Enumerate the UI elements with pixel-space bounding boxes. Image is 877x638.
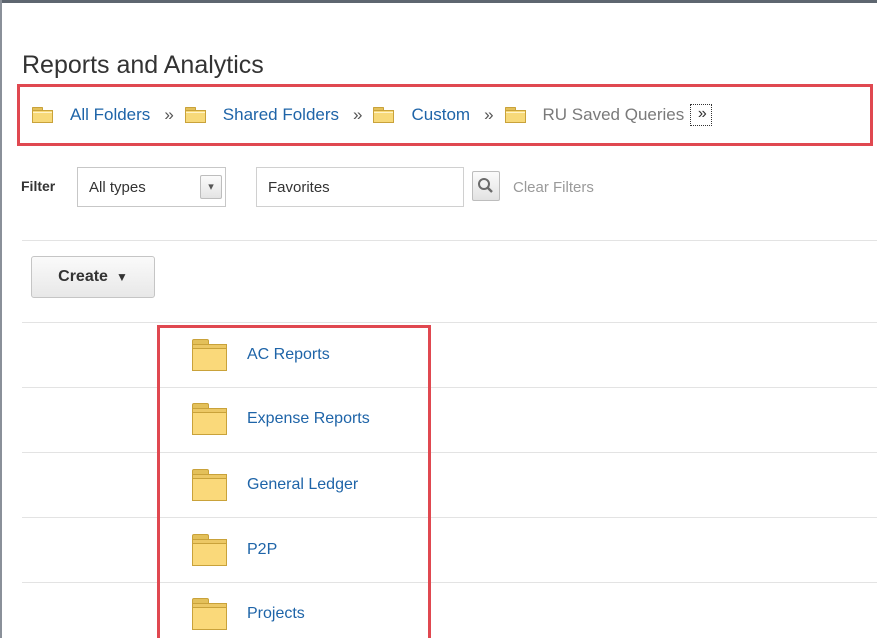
folder-link[interactable]: Expense Reports bbox=[247, 410, 370, 428]
folder-icon bbox=[192, 469, 227, 501]
list-item[interactable]: General Ledger bbox=[192, 469, 358, 501]
search-input[interactable] bbox=[256, 167, 464, 207]
folder-link[interactable]: General Ledger bbox=[247, 476, 358, 494]
list-item[interactable]: AC Reports bbox=[192, 339, 330, 371]
type-filter-value: All types bbox=[89, 179, 146, 196]
folder-icon bbox=[32, 107, 53, 123]
window-left-border bbox=[0, 0, 2, 638]
divider bbox=[22, 322, 877, 323]
row-divider bbox=[22, 582, 877, 583]
list-item[interactable]: Projects bbox=[192, 598, 305, 630]
breadcrumb-item-custom[interactable]: Custom bbox=[373, 105, 470, 125]
double-chevron-right-icon: » bbox=[484, 105, 494, 124]
folder-link[interactable]: P2P bbox=[247, 541, 277, 559]
chevron-down-icon[interactable]: ▾ bbox=[200, 175, 222, 199]
breadcrumb-label[interactable]: All Folders bbox=[70, 105, 150, 125]
breadcrumb-item-shared-folders[interactable]: Shared Folders bbox=[184, 105, 339, 125]
divider bbox=[22, 240, 877, 241]
folder-icon bbox=[192, 403, 227, 435]
folder-icon bbox=[192, 598, 227, 630]
search-button[interactable] bbox=[472, 171, 500, 201]
breadcrumb-label[interactable]: Custom bbox=[411, 105, 470, 125]
page-title: Reports and Analytics bbox=[22, 50, 264, 79]
dropdown-arrow-icon: ▼ bbox=[115, 270, 128, 284]
folder-link[interactable]: AC Reports bbox=[247, 346, 330, 364]
row-divider bbox=[22, 452, 877, 453]
filter-label: Filter bbox=[21, 178, 56, 194]
breadcrumb-label[interactable]: Shared Folders bbox=[223, 105, 339, 125]
double-chevron-right-icon: » bbox=[353, 105, 363, 124]
row-divider bbox=[22, 517, 877, 518]
breadcrumb: All Folders » Shared Folders » Custom » … bbox=[17, 84, 873, 146]
double-chevron-right-icon: » bbox=[164, 105, 174, 124]
clear-filters-link[interactable]: Clear Filters bbox=[513, 179, 594, 196]
folder-icon bbox=[504, 107, 526, 123]
window-top-border bbox=[0, 0, 877, 3]
create-button[interactable]: Create ▼ bbox=[31, 256, 155, 298]
breadcrumb-current-label: RU Saved Queries bbox=[542, 105, 685, 124]
breadcrumb-item-ru-saved-queries: RU Saved Queries bbox=[504, 105, 685, 125]
type-filter-select[interactable]: All types ▾ bbox=[77, 167, 226, 207]
create-button-label: Create bbox=[58, 268, 108, 285]
breadcrumb-item-all-folders[interactable]: All Folders bbox=[32, 105, 150, 125]
breadcrumb-more-button[interactable]: » bbox=[690, 104, 713, 126]
row-divider bbox=[22, 387, 877, 388]
folder-icon bbox=[373, 107, 395, 123]
folder-icon bbox=[184, 107, 206, 123]
folder-link[interactable]: Projects bbox=[247, 605, 305, 623]
list-item[interactable]: Expense Reports bbox=[192, 403, 370, 435]
folder-icon bbox=[192, 339, 227, 371]
list-item[interactable]: P2P bbox=[192, 534, 277, 566]
search-icon bbox=[478, 178, 493, 193]
folder-icon bbox=[192, 534, 227, 566]
